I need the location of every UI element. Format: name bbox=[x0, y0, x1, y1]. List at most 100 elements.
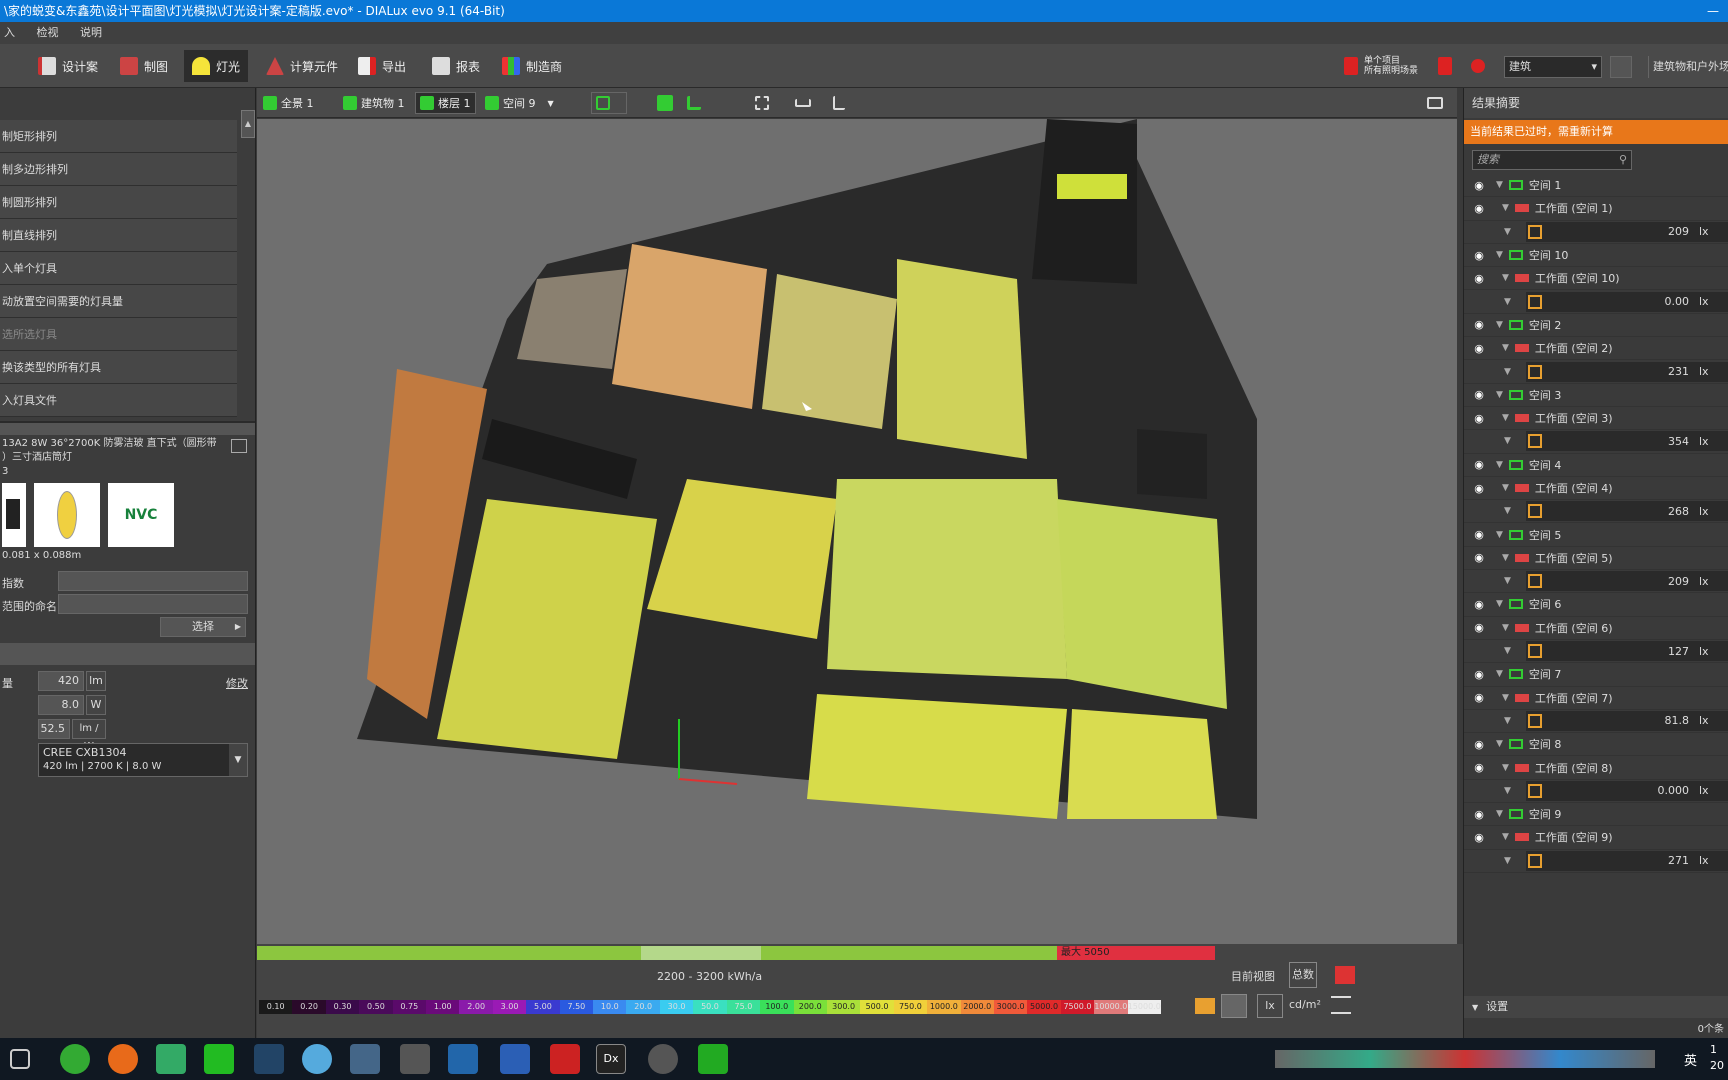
action-item[interactable]: 制矩形排列 bbox=[0, 120, 237, 153]
record-button[interactable] bbox=[1430, 50, 1460, 82]
result-row[interactable]: ▼ 231 lx bbox=[1464, 360, 1728, 384]
eye-icon[interactable]: ◉ bbox=[1472, 482, 1486, 495]
chevron-down-icon[interactable]: ▼ bbox=[1496, 599, 1503, 609]
action-item[interactable]: 制圆形排列 bbox=[0, 186, 237, 219]
result-row[interactable]: ▼ 209 lx bbox=[1464, 221, 1728, 244]
unit-cd-button[interactable]: cd/m² bbox=[1289, 998, 1321, 1011]
scene-dropdown[interactable]: 建筑 ▾ bbox=[1504, 56, 1602, 78]
eye-icon[interactable]: ◉ bbox=[1472, 621, 1486, 634]
tab-calculation[interactable]: 计算元件 bbox=[258, 50, 346, 82]
eye-icon[interactable]: ◉ bbox=[1472, 808, 1486, 821]
chevron-down-icon[interactable]: ▼ bbox=[1496, 250, 1503, 260]
lamp-dropdown[interactable]: CREE CXB1304 420 lm | 2700 K | 8.0 W ▼ bbox=[38, 743, 248, 777]
chevron-down-icon[interactable]: ▼ bbox=[1504, 576, 1511, 586]
ime-indicator[interactable]: 英 bbox=[1684, 1050, 1697, 1069]
workplane-row[interactable]: ◉ ▼ 工作面 (空间 9) bbox=[1464, 826, 1728, 850]
minimize-icon[interactable]: — bbox=[1698, 0, 1728, 22]
menu-item-help[interactable]: 说明 bbox=[76, 26, 102, 39]
app-icon[interactable] bbox=[350, 1044, 380, 1074]
chevron-down-icon[interactable]: ▼ bbox=[1504, 227, 1511, 237]
chevron-down-icon[interactable]: ▼ bbox=[1496, 320, 1503, 330]
action-item[interactable]: 选所选灯具 bbox=[0, 318, 237, 351]
result-row[interactable]: ▼ 209 lx bbox=[1464, 570, 1728, 594]
tab-drawing[interactable]: 制图 bbox=[112, 50, 176, 82]
system-tray[interactable] bbox=[1275, 1050, 1655, 1068]
workplane-row[interactable]: ◉ ▼ 工作面 (空间 5) bbox=[1464, 547, 1728, 571]
space-row[interactable]: ◉ ▼ 空间 5 bbox=[1464, 523, 1728, 547]
app-icon[interactable] bbox=[448, 1044, 478, 1074]
space-row[interactable]: ◉ ▼ 空间 4 bbox=[1464, 454, 1728, 477]
eye-icon[interactable]: ◉ bbox=[1472, 668, 1486, 681]
eye-icon[interactable]: ◉ bbox=[1472, 598, 1486, 611]
eye-icon[interactable]: ◉ bbox=[1472, 179, 1486, 192]
chevron-down-icon[interactable]: ▼ bbox=[1496, 530, 1503, 540]
chevron-down-icon[interactable]: ▼ bbox=[1502, 763, 1509, 773]
index-field[interactable] bbox=[58, 571, 248, 591]
eye-icon[interactable]: ◉ bbox=[1472, 272, 1486, 285]
workplane-row[interactable]: ◉ ▼ 工作面 (空间 10) bbox=[1464, 267, 1728, 291]
workplane-row[interactable]: ◉ ▼ 工作面 (空间 3) bbox=[1464, 407, 1728, 431]
chevron-down-icon[interactable]: ▼ bbox=[1502, 832, 1509, 842]
scope-name-field[interactable] bbox=[58, 594, 248, 614]
corner-view-toggle[interactable] bbox=[683, 92, 705, 114]
tab-design[interactable]: 设计案 bbox=[30, 50, 106, 82]
workplane-row[interactable]: ◉ ▼ 工作面 (空间 6) bbox=[1464, 617, 1728, 640]
solid-view-toggle[interactable] bbox=[653, 92, 677, 114]
eye-icon[interactable]: ◉ bbox=[1472, 318, 1486, 331]
eye-icon[interactable]: ◉ bbox=[1472, 551, 1486, 564]
app-icon[interactable] bbox=[648, 1044, 678, 1074]
chevron-down-icon[interactable]: ▼ bbox=[1504, 716, 1511, 726]
color-scale-toggle[interactable] bbox=[1221, 994, 1247, 1018]
workplane-row[interactable]: ◉ ▼ 工作面 (空间 7) bbox=[1464, 687, 1728, 710]
chevron-down-icon[interactable]: ▼ bbox=[1502, 413, 1509, 423]
space-row[interactable]: ◉ ▼ 空间 6 bbox=[1464, 593, 1728, 617]
energy-chart-icon[interactable] bbox=[1335, 966, 1355, 984]
flux-input[interactable]: 420 bbox=[38, 671, 84, 691]
action-item[interactable]: 入单个灯具 bbox=[0, 252, 237, 285]
eye-icon[interactable]: ◉ bbox=[1472, 831, 1486, 844]
eye-icon[interactable]: ◉ bbox=[1472, 412, 1486, 425]
workplane-row[interactable]: ◉ ▼ 工作面 (空间 4) bbox=[1464, 477, 1728, 501]
space-row[interactable]: ◉ ▼ 空间 2 bbox=[1464, 314, 1728, 338]
chevron-down-icon[interactable]: ▼ bbox=[1504, 436, 1511, 446]
app-icon[interactable] bbox=[302, 1044, 332, 1074]
3d-viewport[interactable] bbox=[257, 119, 1457, 944]
result-row[interactable]: ▼ 0.00 lx bbox=[1464, 290, 1728, 314]
result-row[interactable]: ▼ 271 lx bbox=[1464, 850, 1728, 873]
eye-icon[interactable]: ◉ bbox=[1472, 202, 1486, 215]
copy-icon[interactable] bbox=[231, 439, 247, 453]
light-distribution-diagram[interactable] bbox=[34, 483, 100, 547]
space-row[interactable]: ◉ ▼ 空间 8 bbox=[1464, 733, 1728, 757]
power-input[interactable]: 8.0 bbox=[38, 695, 84, 715]
eye-icon[interactable]: ◉ bbox=[1472, 738, 1486, 751]
action-item[interactable]: 换该类型的所有灯具 bbox=[0, 351, 237, 384]
zoom-extents-button[interactable] bbox=[751, 92, 773, 114]
scene-toggle[interactable]: 单个项目 所有照明场景 bbox=[1336, 50, 1426, 82]
scroll-up-arrow[interactable]: ▲ bbox=[241, 110, 255, 138]
chevron-down-icon[interactable]: ▼ bbox=[1502, 483, 1509, 493]
chevron-down-icon[interactable]: ▼ bbox=[1502, 203, 1509, 213]
result-row[interactable]: ▼ 354 lx bbox=[1464, 430, 1728, 454]
eye-icon[interactable]: ◉ bbox=[1472, 691, 1486, 704]
eye-icon[interactable]: ◉ bbox=[1472, 342, 1486, 355]
edit-link[interactable]: 修改 bbox=[226, 675, 248, 691]
eye-icon[interactable]: ◉ bbox=[1472, 528, 1486, 541]
chevron-down-icon[interactable]: ▼ bbox=[1502, 273, 1509, 283]
color-mode-icon[interactable] bbox=[1195, 998, 1215, 1014]
tab-manufacturer[interactable]: 制造商 bbox=[494, 50, 570, 82]
result-row[interactable]: ▼ 268 lx bbox=[1464, 500, 1728, 524]
app-icon[interactable] bbox=[60, 1044, 90, 1074]
app-icon[interactable] bbox=[254, 1044, 284, 1074]
chevron-down-icon[interactable]: ▼ bbox=[1504, 297, 1511, 307]
dialux-icon[interactable]: Dx bbox=[596, 1044, 626, 1074]
space-row[interactable]: ◉ ▼ 空间 10 bbox=[1464, 244, 1728, 268]
eye-icon[interactable]: ◉ bbox=[1472, 249, 1486, 262]
action-item[interactable]: 制多边形排列 bbox=[0, 153, 237, 186]
view-space[interactable]: 空间 9 ▼ bbox=[481, 92, 558, 114]
space-row[interactable]: ◉ ▼ 空间 9 bbox=[1464, 803, 1728, 827]
settings-section[interactable]: ▼ 设置 bbox=[1464, 996, 1728, 1018]
chevron-down-icon[interactable]: ▼ bbox=[1496, 809, 1503, 819]
result-row[interactable]: ▼ 81.8 lx bbox=[1464, 710, 1728, 734]
app-icon[interactable] bbox=[156, 1044, 186, 1074]
app-icon[interactable] bbox=[698, 1044, 728, 1074]
